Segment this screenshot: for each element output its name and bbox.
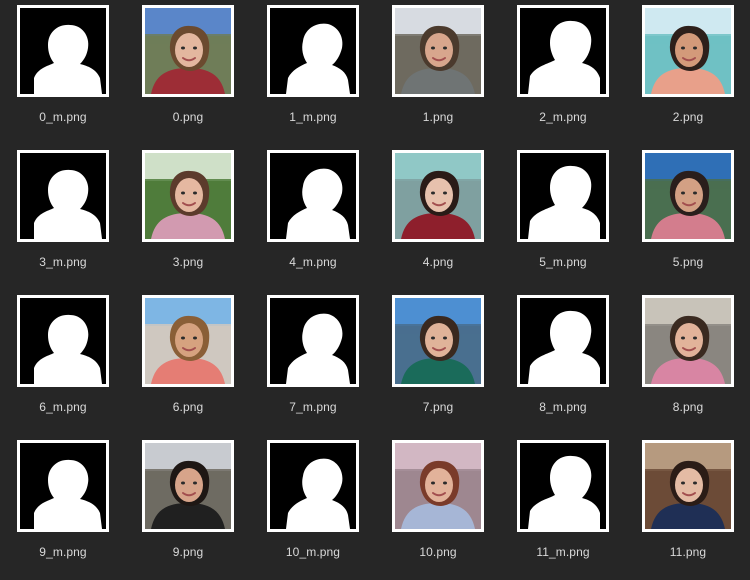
file-item[interactable]: 7_m.png (250, 290, 375, 435)
file-name[interactable]: 7.png (375, 400, 501, 414)
photo-image (395, 8, 481, 94)
file-item[interactable]: 11_m.png (500, 435, 625, 580)
photo-image (645, 153, 731, 239)
mask-image (520, 298, 606, 384)
selfie-thumbnail[interactable] (642, 5, 734, 97)
file-item[interactable]: 9.png (125, 435, 250, 580)
file-name[interactable]: 3_m.png (0, 255, 126, 269)
mask-thumbnail[interactable] (267, 150, 359, 242)
mask-image (20, 443, 106, 529)
mask-thumbnail[interactable] (267, 440, 359, 532)
photo-image (645, 8, 731, 94)
file-name[interactable]: 0.png (125, 110, 251, 124)
selfie-thumbnail[interactable] (642, 440, 734, 532)
mask-image (270, 153, 356, 239)
photo-image (395, 443, 481, 529)
mask-thumbnail[interactable] (517, 440, 609, 532)
selfie-thumbnail[interactable] (392, 440, 484, 532)
photo-image (395, 298, 481, 384)
mask-image (20, 298, 106, 384)
selfie-thumbnail[interactable] (392, 150, 484, 242)
mask-thumbnail[interactable] (517, 5, 609, 97)
file-item[interactable]: 4_m.png (250, 145, 375, 290)
file-name[interactable]: 11.png (625, 545, 750, 559)
mask-image (20, 153, 106, 239)
file-name[interactable]: 11_m.png (500, 545, 626, 559)
mask-image (20, 8, 106, 94)
mask-thumbnail[interactable] (17, 295, 109, 387)
mask-image (270, 298, 356, 384)
mask-thumbnail[interactable] (17, 5, 109, 97)
photo-image (145, 298, 231, 384)
file-name[interactable]: 1.png (375, 110, 501, 124)
file-name[interactable]: 8.png (625, 400, 750, 414)
file-name[interactable]: 7_m.png (250, 400, 376, 414)
file-item[interactable]: 5_m.png (500, 145, 625, 290)
file-item[interactable]: 6_m.png (0, 290, 125, 435)
file-name[interactable]: 8_m.png (500, 400, 626, 414)
mask-image (520, 8, 606, 94)
photo-image (145, 153, 231, 239)
file-name[interactable]: 4_m.png (250, 255, 376, 269)
file-item[interactable]: 11.png (625, 435, 750, 580)
file-name[interactable]: 5_m.png (500, 255, 626, 269)
mask-thumbnail[interactable] (267, 5, 359, 97)
file-item[interactable]: 10_m.png (250, 435, 375, 580)
file-item[interactable]: 9_m.png (0, 435, 125, 580)
file-item[interactable]: 4.png (375, 145, 500, 290)
mask-thumbnail[interactable] (267, 295, 359, 387)
mask-thumbnail[interactable] (517, 295, 609, 387)
file-item[interactable]: 3_m.png (0, 145, 125, 290)
file-name[interactable]: 0_m.png (0, 110, 126, 124)
file-item[interactable]: 2.png (625, 0, 750, 145)
selfie-thumbnail[interactable] (392, 295, 484, 387)
file-name[interactable]: 10_m.png (250, 545, 376, 559)
selfie-thumbnail[interactable] (642, 295, 734, 387)
mask-thumbnail[interactable] (17, 440, 109, 532)
file-item[interactable]: 2_m.png (500, 0, 625, 145)
file-name[interactable]: 6.png (125, 400, 251, 414)
photo-image (645, 298, 731, 384)
selfie-thumbnail[interactable] (142, 440, 234, 532)
selfie-thumbnail[interactable] (392, 5, 484, 97)
file-name[interactable]: 9_m.png (0, 545, 126, 559)
mask-thumbnail[interactable] (517, 150, 609, 242)
file-item[interactable]: 10.png (375, 435, 500, 580)
file-name[interactable]: 10.png (375, 545, 501, 559)
mask-image (270, 8, 356, 94)
mask-thumbnail[interactable] (17, 150, 109, 242)
photo-image (645, 443, 731, 529)
file-name[interactable]: 9.png (125, 545, 251, 559)
file-name[interactable]: 2_m.png (500, 110, 626, 124)
file-grid: 0_m.png 0.png 1_m.png 1.png 2_m.png 2.pn… (0, 0, 750, 559)
file-item[interactable]: 8_m.png (500, 290, 625, 435)
photo-image (145, 8, 231, 94)
file-item[interactable]: 1.png (375, 0, 500, 145)
file-name[interactable]: 3.png (125, 255, 251, 269)
mask-image (520, 443, 606, 529)
file-name[interactable]: 2.png (625, 110, 750, 124)
file-name[interactable]: 1_m.png (250, 110, 376, 124)
selfie-thumbnail[interactable] (642, 150, 734, 242)
file-name[interactable]: 6_m.png (0, 400, 126, 414)
file-item[interactable]: 7.png (375, 290, 500, 435)
selfie-thumbnail[interactable] (142, 295, 234, 387)
file-item[interactable]: 3.png (125, 145, 250, 290)
file-item[interactable]: 5.png (625, 145, 750, 290)
selfie-thumbnail[interactable] (142, 5, 234, 97)
file-name[interactable]: 4.png (375, 255, 501, 269)
file-name[interactable]: 5.png (625, 255, 750, 269)
file-item[interactable]: 0.png (125, 0, 250, 145)
mask-image (270, 443, 356, 529)
photo-image (395, 153, 481, 239)
mask-image (520, 153, 606, 239)
photo-image (145, 443, 231, 529)
file-item[interactable]: 0_m.png (0, 0, 125, 145)
selfie-thumbnail[interactable] (142, 150, 234, 242)
file-item[interactable]: 6.png (125, 290, 250, 435)
file-item[interactable]: 8.png (625, 290, 750, 435)
file-item[interactable]: 1_m.png (250, 0, 375, 145)
